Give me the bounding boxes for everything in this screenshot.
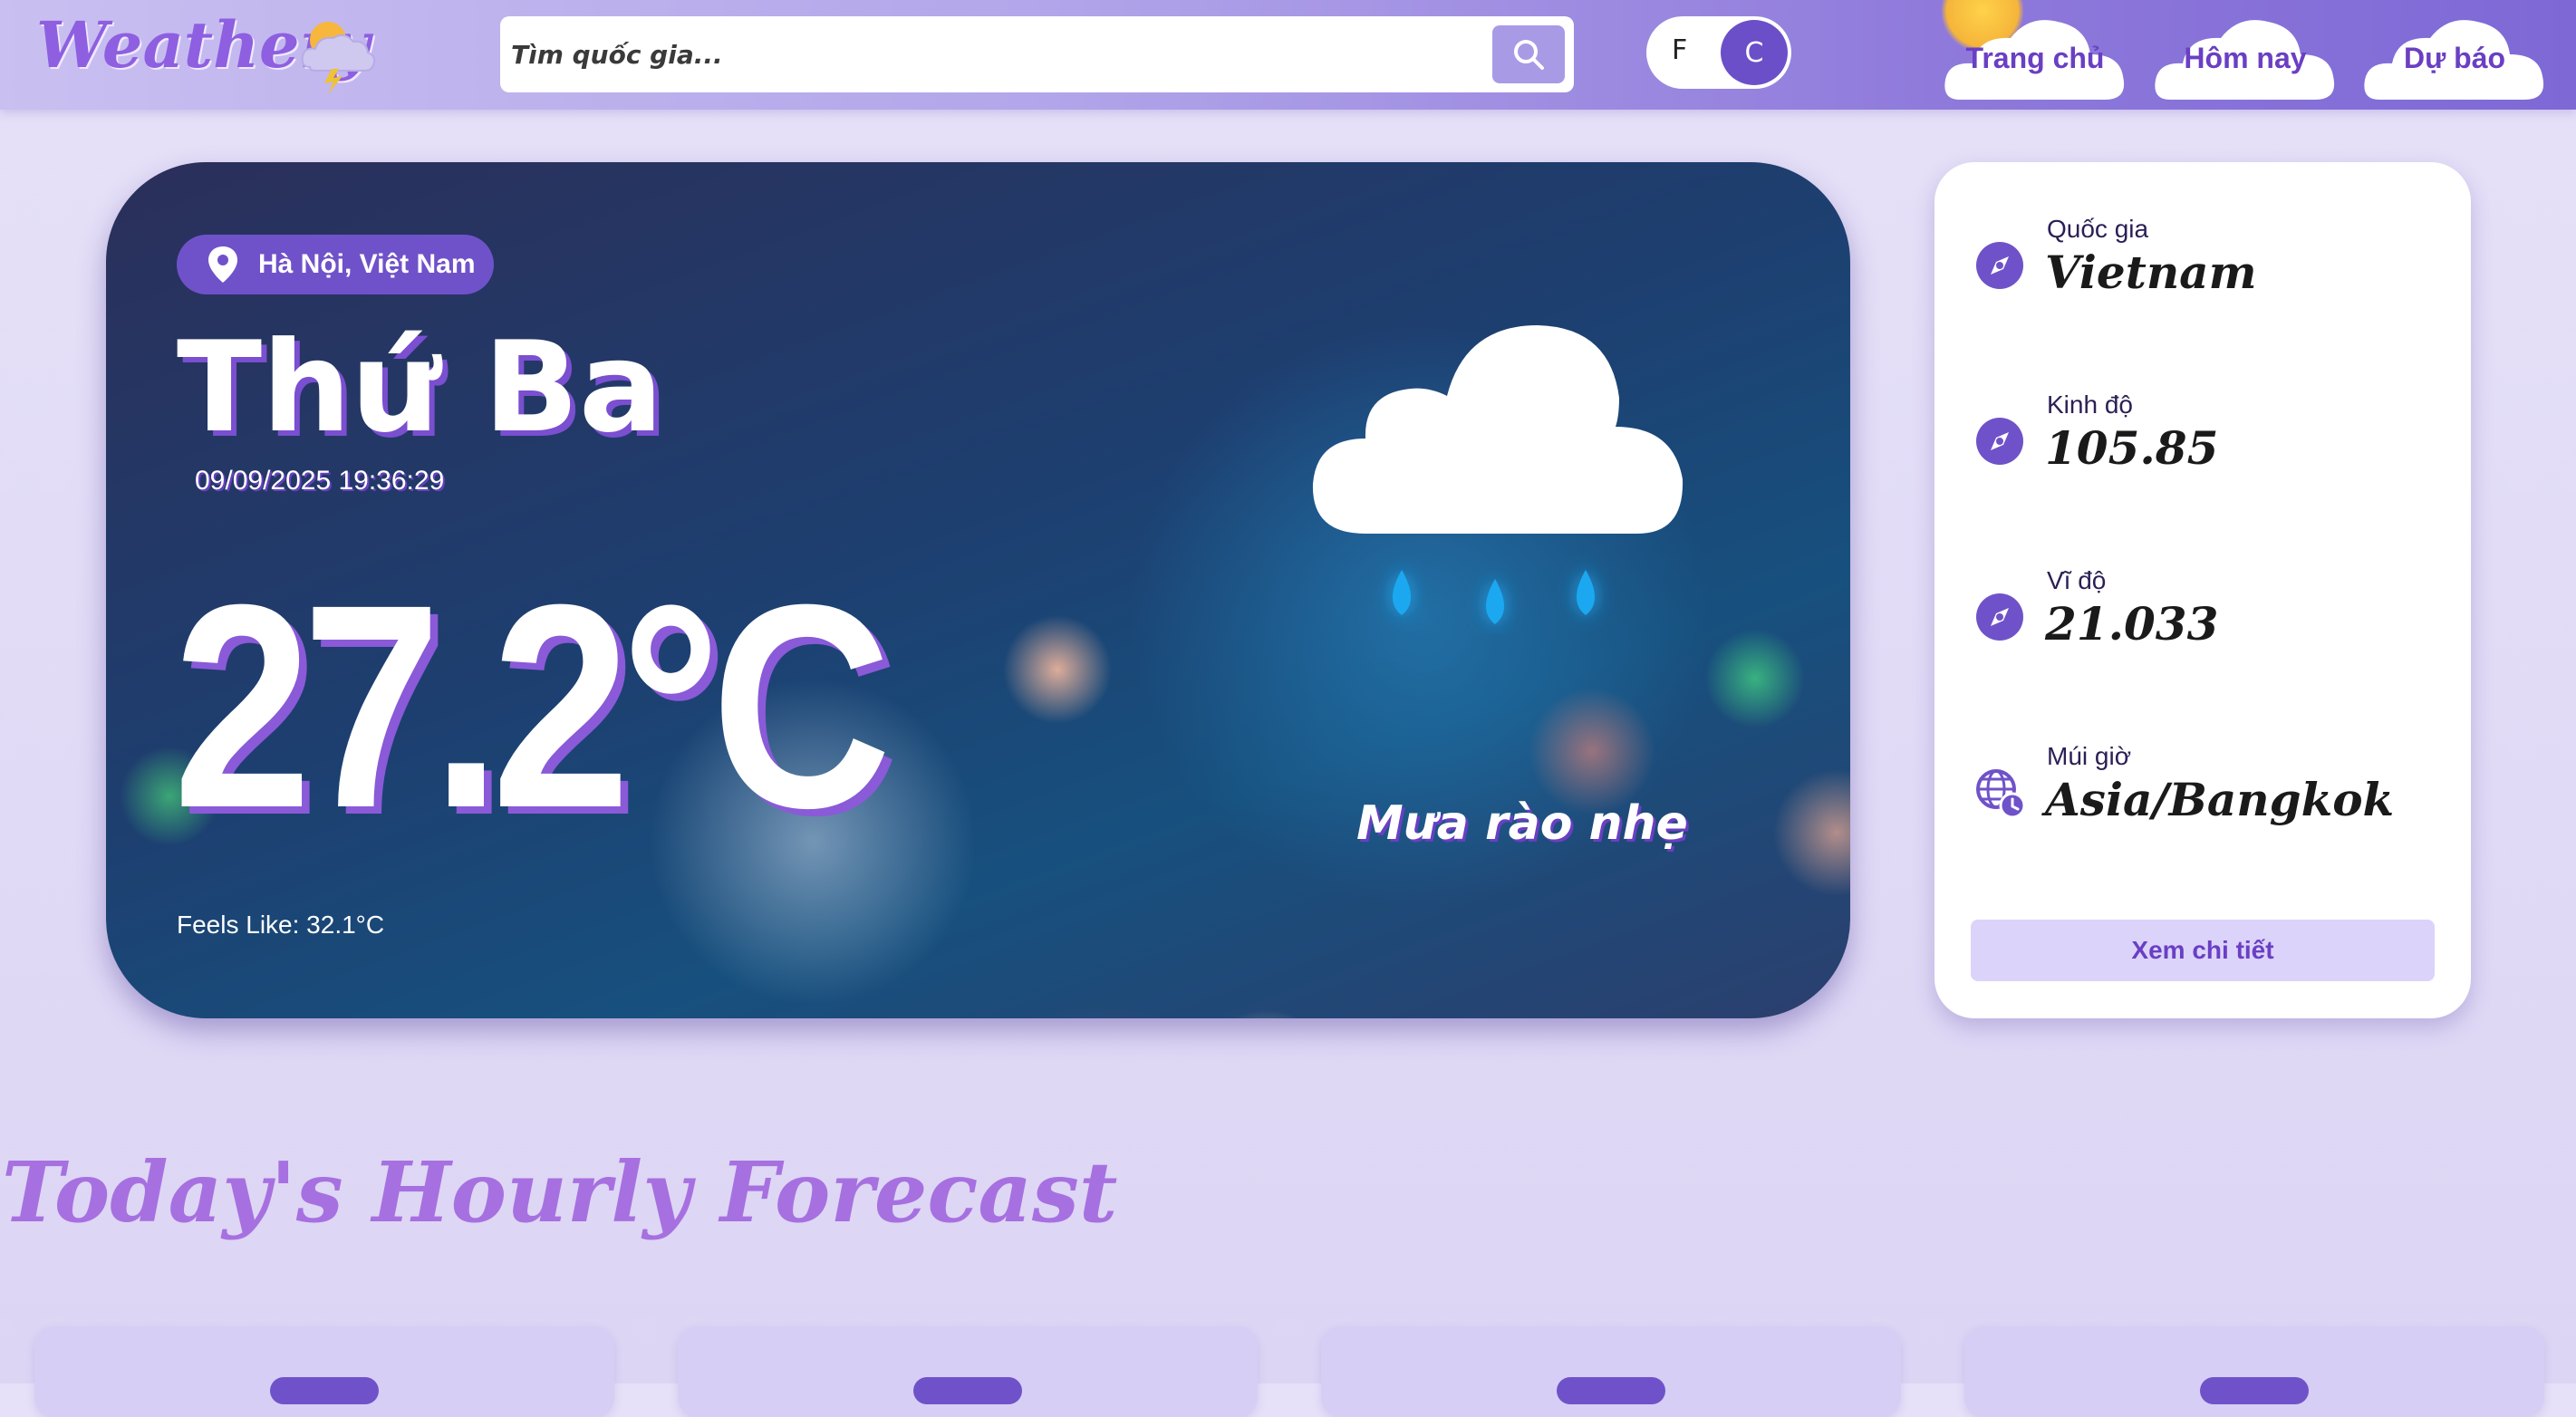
rain-cloud-icon [1312, 325, 1684, 624]
top-navbar: Weathery F C Trang chủ Hôm nay [0, 0, 2576, 110]
longitude-value: 105.85 [2045, 421, 2219, 475]
storm-cloud-logo-icon [301, 22, 376, 94]
longitude-label: Kinh độ [2047, 390, 2133, 419]
hourly-card-chip [270, 1377, 379, 1404]
timezone-label: Múi giờ [2047, 742, 2132, 770]
globe-clock-icon [1976, 769, 2025, 818]
unit-c-option[interactable]: C [1721, 20, 1788, 85]
search-bar [500, 16, 1574, 92]
hourly-card[interactable] [1321, 1326, 1901, 1417]
day-of-week: Thứ Ba [177, 314, 663, 460]
current-weather-card: Hà Nội, Việt Nam Thứ Ba 09/09/2025 19:36… [106, 162, 1850, 1018]
nav-today[interactable]: Hôm nay [2152, 9, 2339, 100]
weather-condition: Mưa rào nhẹ [1356, 796, 1688, 851]
hourly-card-chip [2200, 1377, 2309, 1404]
unit-f-option[interactable]: F [1672, 34, 1687, 66]
location-badge: Hà Nội, Việt Nam [177, 235, 494, 294]
country-label: Quốc gia [2047, 215, 2149, 243]
nav-home[interactable]: Trang chủ [1942, 9, 2128, 100]
info-latitude: Vĩ độ 21.033 [1974, 566, 2446, 666]
latitude-value: 21.033 [2045, 597, 2219, 651]
latitude-label: Vĩ độ [2047, 566, 2107, 594]
current-temperature: 27.2°C [173, 544, 892, 868]
hourly-card[interactable] [1964, 1326, 2544, 1417]
feels-like: Feels Like: 32.1°C [177, 911, 385, 939]
nav-forecast-label: Dự báo [2403, 42, 2506, 74]
country-value: Vietnam [2045, 246, 2257, 299]
hourly-card[interactable] [34, 1326, 614, 1417]
nav-forecast[interactable]: Dự báo [2361, 9, 2548, 100]
compass-icon [1976, 593, 2023, 641]
current-datetime: 09/09/2025 19:36:29 [195, 466, 445, 496]
compass-icon [1976, 242, 2023, 289]
view-details-button[interactable]: Xem chi tiết [1971, 920, 2435, 981]
timezone-value: Asia/Bangkok [2045, 773, 2395, 826]
search-icon [1514, 40, 1544, 70]
location-pin-icon [208, 246, 237, 283]
hourly-card-chip [913, 1377, 1022, 1404]
location-text: Hà Nội, Việt Nam [258, 249, 476, 279]
hourly-card-chip [1557, 1377, 1665, 1404]
location-info-card: Quốc gia Vietnam Kinh độ 105.85 Vĩ độ 21… [1934, 162, 2471, 1018]
unit-toggle[interactable]: F C [1646, 16, 1791, 89]
nav-today-label: Hôm nay [2184, 42, 2307, 74]
search-input[interactable] [509, 24, 1415, 85]
info-timezone: Múi giờ Asia/Bangkok [1974, 742, 2446, 842]
hourly-card[interactable] [678, 1326, 1258, 1417]
search-button[interactable] [1492, 25, 1565, 83]
info-longitude: Kinh độ 105.85 [1974, 390, 2446, 490]
hourly-forecast-title: Today's Hourly Forecast [2, 1143, 1118, 1241]
compass-icon [1976, 418, 2023, 465]
info-country: Quốc gia Vietnam [1974, 215, 2446, 314]
nav-home-label: Trang chủ [1965, 42, 2105, 74]
